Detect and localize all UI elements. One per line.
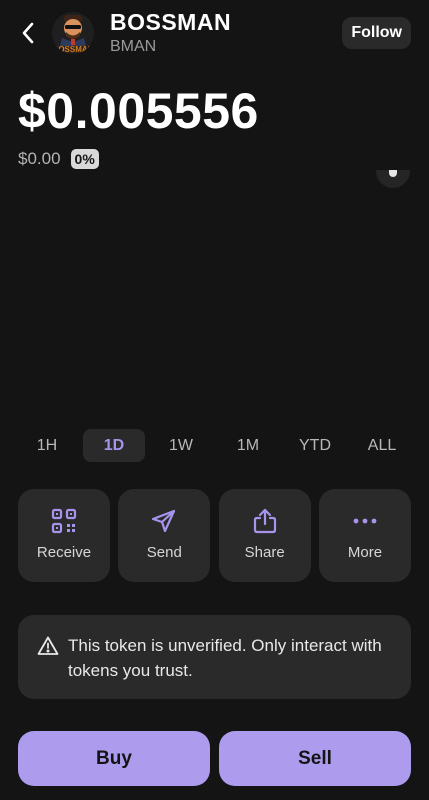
range-tab-1w[interactable]: 1W [150,429,212,462]
token-header: BOSSMAN BOSSMAN BMAN Follow [0,0,429,70]
chart-cursor-dot [376,170,410,188]
receive-button[interactable]: Receive [18,489,110,582]
unverified-warning-banner: This token is unverified. Only interact … [18,615,411,699]
bossman-logo-icon: BOSSMAN [52,12,94,54]
qr-code-icon [50,507,78,535]
warning-icon [37,636,59,655]
trade-buttons: Buy Sell [18,731,411,786]
share-icon [251,507,279,535]
more-button[interactable]: More [318,489,411,582]
price-change-value: $0.00 [18,149,61,168]
range-tab-1m[interactable]: 1M [217,429,279,462]
range-tab-1d[interactable]: 1D [83,429,145,462]
price-change-row: $0.00 0% [18,148,99,170]
sell-button[interactable]: Sell [219,731,411,786]
receive-label: Receive [36,544,92,561]
token-name: BOSSMAN [110,9,232,35]
action-buttons: Receive Send Share More [18,489,411,582]
more-label: More [347,544,383,561]
range-tab-all[interactable]: ALL [351,429,413,462]
back-button[interactable] [14,18,42,48]
token-avatar: BOSSMAN [52,12,94,54]
follow-button[interactable]: Follow [342,17,411,49]
send-icon [150,507,178,535]
share-label: Share [244,544,285,561]
token-symbol: BMAN [110,38,157,55]
price-change-percent-badge: 0% [70,149,99,169]
buy-button[interactable]: Buy [18,731,210,786]
token-price: $0.005556 [18,83,259,139]
warning-text: This token is unverified. Only interact … [68,636,382,680]
range-tab-1h[interactable]: 1H [16,429,78,462]
price-chart[interactable] [0,170,429,420]
token-title-block: BOSSMAN BMAN [110,8,231,57]
time-range-tabs: 1H 1D 1W 1M YTD ALL [16,429,413,463]
send-label: Send [146,544,182,561]
chevron-left-icon [22,22,34,44]
share-button[interactable]: Share [218,489,311,582]
range-tab-ytd[interactable]: YTD [284,429,346,462]
send-button[interactable]: Send [118,489,211,582]
more-dots-icon [351,507,379,535]
svg-text:BOSSMAN: BOSSMAN [53,45,94,54]
